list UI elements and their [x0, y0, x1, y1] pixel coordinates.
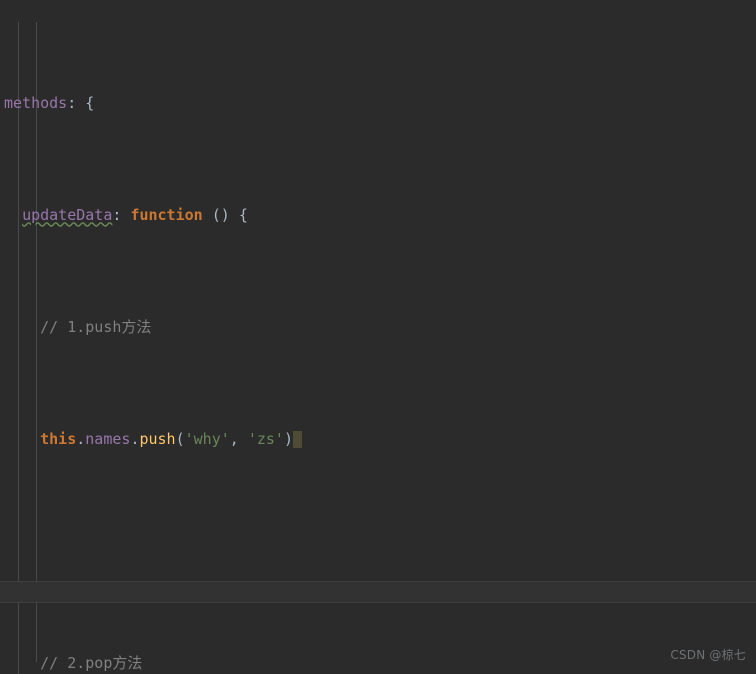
token-identifier: methods — [4, 93, 68, 112]
code-line[interactable]: updateData: function () { — [0, 204, 756, 226]
token-method-push: push — [139, 429, 176, 448]
csdn-watermark: CSDN @椋七 — [670, 647, 746, 662]
token-string: 'zs' — [247, 429, 284, 448]
token-brace-open: { — [238, 205, 248, 224]
code-line[interactable]: // 2.pop方法 — [0, 652, 756, 674]
token-keyword-function: function — [130, 205, 203, 224]
token-string: 'why' — [184, 429, 230, 448]
token-keyword-this: this — [40, 429, 77, 448]
token-parens: () — [211, 205, 230, 224]
code-editor[interactable]: methods: { updateData: function () { // … — [0, 0, 756, 674]
code-line[interactable]: methods: { — [0, 92, 756, 114]
token-property-names: names — [85, 429, 131, 448]
token-comma: , — [229, 429, 248, 448]
token-brace-open: { — [85, 93, 95, 112]
token-dot: . — [76, 429, 86, 448]
selection-block-marker — [293, 430, 302, 448]
token-identifier: updateData — [22, 205, 113, 224]
code-content[interactable]: methods: { updateData: function () { // … — [0, 0, 756, 674]
code-line[interactable]: this.names.push('why', 'zs') — [0, 428, 756, 450]
code-line[interactable]: // 1.push方法 — [0, 316, 756, 338]
code-line-blank[interactable] — [0, 540, 756, 562]
token-comment: // 1.push方法 — [40, 317, 152, 336]
token-colon: : — [67, 93, 77, 112]
token-comment: // 2.pop方法 — [40, 653, 143, 672]
